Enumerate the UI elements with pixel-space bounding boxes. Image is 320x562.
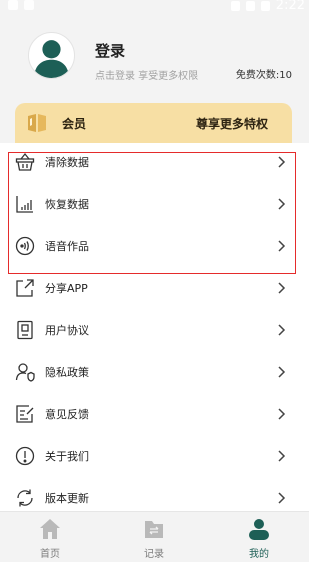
chevron-right-icon <box>274 323 288 337</box>
tab-mine[interactable]: 我的 <box>209 512 309 562</box>
menu-item-restore-data[interactable]: 恢复数据 <box>0 185 309 223</box>
share-icon <box>15 278 35 298</box>
menu-item-label: 恢复数据 <box>45 198 89 211</box>
chevron-right-icon <box>274 239 288 253</box>
tab-label: 记录 <box>144 549 164 560</box>
menu-item-label: 隐私政策 <box>45 366 89 379</box>
avatar[interactable] <box>28 32 75 79</box>
vip-label: 会员 <box>62 117 87 131</box>
menu-item-label: 语音作品 <box>45 240 89 253</box>
chevron-right-icon <box>274 365 288 379</box>
chevron-right-icon <box>274 155 288 169</box>
tab-label: 首页 <box>40 549 60 560</box>
login-subtitle[interactable]: 点击登录 享受更多权限 <box>95 67 198 82</box>
menu-item-label: 版本更新 <box>45 492 89 505</box>
bottom-tab-bar: 首页 记录 我的 <box>0 511 309 562</box>
location-icon <box>230 1 240 11</box>
free-count: 免费次数:10 <box>235 70 292 81</box>
person-icon <box>248 518 270 540</box>
status-time: 2:22 <box>275 0 305 13</box>
chevron-right-icon <box>274 491 288 505</box>
menu-item-label: 用户协议 <box>45 324 89 337</box>
menu-item-about-us[interactable]: 关于我们 <box>0 437 309 475</box>
feedback-icon <box>15 404 35 424</box>
menu-item-privacy-policy[interactable]: 隐私政策 <box>0 353 309 391</box>
chevron-right-icon <box>274 449 288 463</box>
menu-item-label: 意见反馈 <box>45 408 89 421</box>
status-notification-icons <box>8 0 34 10</box>
chevron-right-icon <box>274 197 288 211</box>
menu-item-label: 关于我们 <box>45 450 89 463</box>
menu-item-feedback[interactable]: 意见反馈 <box>0 395 309 433</box>
menu-item-user-agreement[interactable]: 用户协议 <box>0 311 309 349</box>
signal-bars-icon <box>15 194 35 214</box>
menu-item-label: 清除数据 <box>45 156 89 169</box>
menu-item-label: 分享APP <box>45 282 88 295</box>
menu-item-share-app[interactable]: 分享APP <box>0 269 309 307</box>
tab-records[interactable]: 记录 <box>104 512 204 562</box>
menu-item-voice-works[interactable]: 语音作品 <box>0 227 309 265</box>
avatar-person-icon <box>33 40 70 78</box>
info-icon <box>15 446 35 466</box>
vip-book-icon <box>28 114 46 132</box>
notification-icon <box>24 0 34 10</box>
notification-icon <box>8 0 18 10</box>
folder-icon <box>143 518 165 540</box>
sound-wave-icon <box>15 236 35 256</box>
chevron-right-icon <box>274 281 288 295</box>
battery-icon <box>260 1 270 11</box>
user-shield-icon <box>15 362 35 382</box>
wifi-icon <box>245 1 255 11</box>
home-icon <box>39 518 61 540</box>
login-title[interactable]: 登录 <box>95 40 125 61</box>
profile-header: 2:22 登录 点击登录 享受更多权限 免费次数:10 会员 尊享更多特权 <box>0 0 309 143</box>
basket-icon <box>15 152 35 172</box>
status-bar: 2:22 <box>0 0 309 14</box>
menu-item-clear-data[interactable]: 清除数据 <box>0 143 309 181</box>
vip-card[interactable]: 会员 尊享更多特权 <box>15 103 292 143</box>
chevron-right-icon <box>274 407 288 421</box>
document-icon <box>15 320 35 340</box>
status-system-icons: 2:22 <box>230 0 305 13</box>
vip-privilege-text: 尊享更多特权 <box>195 117 268 131</box>
tab-label: 我的 <box>249 549 269 560</box>
refresh-icon <box>15 488 35 508</box>
tab-home[interactable]: 首页 <box>0 512 100 562</box>
